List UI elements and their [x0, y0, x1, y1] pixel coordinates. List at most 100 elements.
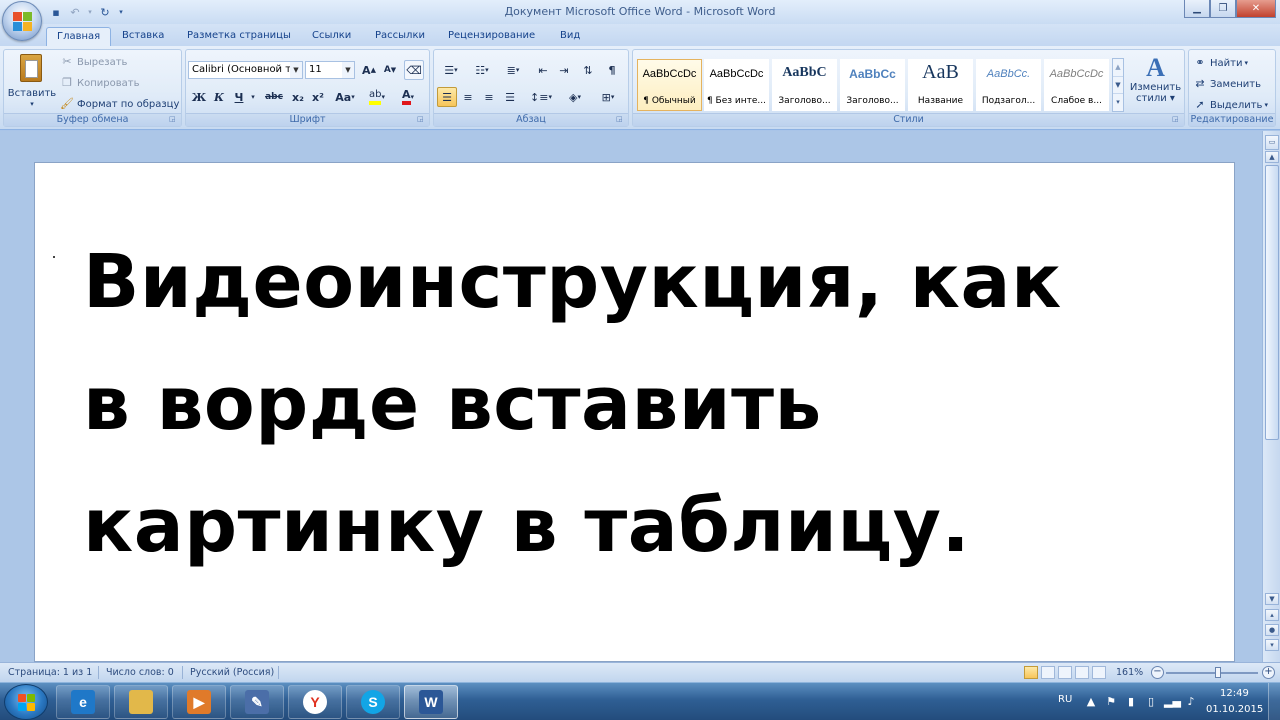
- shrink-font-button[interactable]: A ▼: [380, 60, 400, 80]
- style-subtle-emphasis[interactable]: AaBbCcDc Слабое в...: [1044, 59, 1109, 111]
- replace-button[interactable]: ⇄ Заменить: [1193, 75, 1261, 93]
- align-left-button[interactable]: ☰: [437, 87, 457, 107]
- word-count[interactable]: Число слов: 0: [106, 667, 174, 678]
- vertical-scrollbar[interactable]: ▭ ▲ ▼ ▴ ● ▾: [1262, 131, 1280, 662]
- start-button[interactable]: [4, 684, 48, 720]
- find-button[interactable]: ⚭ Найти ▾: [1193, 54, 1248, 72]
- style-heading-2[interactable]: AaBbCc Заголово...: [840, 59, 905, 111]
- clear-formatting-button[interactable]: ⌫: [404, 60, 424, 80]
- style-normal[interactable]: AaBbCcDc ¶ Обычный: [637, 59, 702, 111]
- dialog-launcher-icon[interactable]: ◲: [616, 115, 626, 125]
- input-language[interactable]: RU: [1058, 694, 1072, 705]
- dialog-launcher-icon[interactable]: ◲: [1172, 115, 1182, 125]
- justify-button[interactable]: ☰: [500, 87, 520, 107]
- volume-icon[interactable]: ♪: [1184, 695, 1198, 709]
- office-button[interactable]: [2, 1, 42, 41]
- document-text[interactable]: Видеоинструкция, как в ворде вставить ка…: [83, 221, 1083, 587]
- zoom-slider-thumb[interactable]: [1215, 667, 1221, 678]
- borders-button[interactable]: ⊞ ▾: [594, 87, 622, 107]
- restore-icon[interactable]: ❐: [1210, 0, 1236, 18]
- language-indicator[interactable]: Русский (Россия): [190, 667, 274, 678]
- align-right-button[interactable]: ≡: [479, 87, 499, 107]
- close-icon[interactable]: ✕: [1236, 0, 1276, 18]
- signal-icon[interactable]: ▂▄: [1164, 695, 1181, 709]
- increase-indent-button[interactable]: ⇥: [554, 60, 574, 80]
- style-title[interactable]: AaB Название: [908, 59, 973, 111]
- dialog-launcher-icon[interactable]: ◲: [417, 115, 427, 125]
- taskbar-word[interactable]: W: [404, 685, 458, 719]
- document-page[interactable]: Видеоинструкция, как в ворде вставить ка…: [34, 162, 1235, 662]
- show-desktop-button[interactable]: [1268, 683, 1280, 720]
- tab-references[interactable]: Ссылки: [302, 27, 361, 46]
- tab-insert[interactable]: Вставка: [112, 27, 174, 46]
- grow-font-button[interactable]: A ▲: [359, 60, 379, 80]
- italic-button[interactable]: К: [209, 87, 229, 107]
- page-count[interactable]: Страница: 1 из 1: [8, 667, 92, 678]
- taskbar-paint[interactable]: ✎: [230, 685, 284, 719]
- chevron-down-icon[interactable]: ▼: [1113, 76, 1123, 93]
- ruler-toggle-icon[interactable]: ▭: [1265, 135, 1279, 150]
- chevron-up-icon[interactable]: ▲: [1113, 59, 1123, 76]
- tab-mailings[interactable]: Рассылки: [365, 27, 435, 46]
- battery-icon[interactable]: ▯: [1144, 695, 1158, 709]
- shading-button[interactable]: ◈ ▾: [561, 87, 589, 107]
- copy-button[interactable]: ❐ Копировать: [60, 74, 139, 92]
- browse-object-icon[interactable]: ●: [1265, 624, 1279, 636]
- tab-review[interactable]: Рецензирование: [438, 27, 545, 46]
- zoom-in-icon[interactable]: +: [1262, 666, 1275, 679]
- tab-page-layout[interactable]: Разметка страницы: [177, 27, 301, 46]
- minimize-icon[interactable]: ▁: [1184, 0, 1210, 18]
- zoom-level[interactable]: 161%: [1116, 667, 1143, 678]
- decrease-indent-button[interactable]: ⇤: [533, 60, 553, 80]
- flag-icon[interactable]: ⚑: [1104, 695, 1118, 709]
- subscript-button[interactable]: x₂: [288, 87, 308, 107]
- bold-button[interactable]: Ж: [189, 87, 209, 107]
- multilevel-list-button[interactable]: ≣ ▾: [499, 60, 527, 80]
- scroll-up-icon[interactable]: ▲: [1265, 151, 1279, 163]
- font-name-combo[interactable]: Calibri (Основной текст) ▼: [188, 61, 303, 79]
- underline-dropdown-icon[interactable]: ▾: [248, 87, 258, 107]
- styles-more-icon[interactable]: ▾: [1113, 93, 1123, 110]
- cut-button[interactable]: ✂ Вырезать: [60, 53, 127, 71]
- numbering-button[interactable]: ☷ ▾: [468, 60, 496, 80]
- tab-home[interactable]: Главная: [46, 27, 112, 46]
- zoom-slider[interactable]: [1166, 672, 1258, 674]
- style-heading-1[interactable]: AaBbC Заголово...: [772, 59, 837, 111]
- change-styles-button[interactable]: A Изменить стили ▾: [1128, 54, 1183, 114]
- draft-view-icon[interactable]: [1092, 666, 1106, 679]
- print-layout-view-icon[interactable]: [1024, 666, 1038, 679]
- format-painter-button[interactable]: 🖌 Формат по образцу: [60, 95, 179, 113]
- sort-button[interactable]: ⇅: [578, 60, 598, 80]
- web-layout-view-icon[interactable]: [1058, 666, 1072, 679]
- superscript-button[interactable]: x²: [308, 87, 328, 107]
- clock-date[interactable]: 01.10.2015: [1206, 704, 1263, 715]
- taskbar-internet-explorer[interactable]: e: [56, 685, 110, 719]
- previous-page-icon[interactable]: ▴: [1265, 609, 1279, 621]
- chevron-up-icon[interactable]: ▲: [1084, 695, 1098, 709]
- next-page-icon[interactable]: ▾: [1265, 639, 1279, 651]
- bullets-button[interactable]: ☰ ▾: [437, 60, 465, 80]
- underline-button[interactable]: Ч: [229, 87, 249, 107]
- taskbar-yandex-browser[interactable]: Y: [288, 685, 342, 719]
- strikethrough-button[interactable]: abc: [262, 87, 286, 107]
- tab-view[interactable]: Вид: [550, 27, 590, 46]
- clock-time[interactable]: 12:49: [1220, 688, 1249, 699]
- network-icon[interactable]: ▮: [1124, 695, 1138, 709]
- taskbar-file-explorer[interactable]: [114, 685, 168, 719]
- taskbar-media-player[interactable]: ▶: [172, 685, 226, 719]
- font-size-combo[interactable]: 11 ▼: [305, 61, 355, 79]
- dialog-launcher-icon[interactable]: ◲: [169, 115, 179, 125]
- highlight-button[interactable]: ab ▾: [364, 87, 390, 107]
- zoom-out-icon[interactable]: −: [1151, 666, 1164, 679]
- full-screen-reading-view-icon[interactable]: [1041, 666, 1055, 679]
- outline-view-icon[interactable]: [1075, 666, 1089, 679]
- select-button[interactable]: ➚ Выделить ▾: [1193, 96, 1268, 114]
- scrollbar-thumb[interactable]: [1265, 165, 1279, 440]
- scroll-down-icon[interactable]: ▼: [1265, 593, 1279, 605]
- style-subtitle[interactable]: AaBbCc. Подзагол...: [976, 59, 1041, 111]
- style-no-spacing[interactable]: AaBbCcDc ¶ Без инте...: [704, 59, 769, 111]
- show-marks-button[interactable]: ¶: [602, 60, 622, 80]
- taskbar-skype[interactable]: S: [346, 685, 400, 719]
- line-spacing-button[interactable]: ↕≡ ▾: [527, 87, 555, 107]
- font-color-button[interactable]: A ▾: [394, 87, 422, 107]
